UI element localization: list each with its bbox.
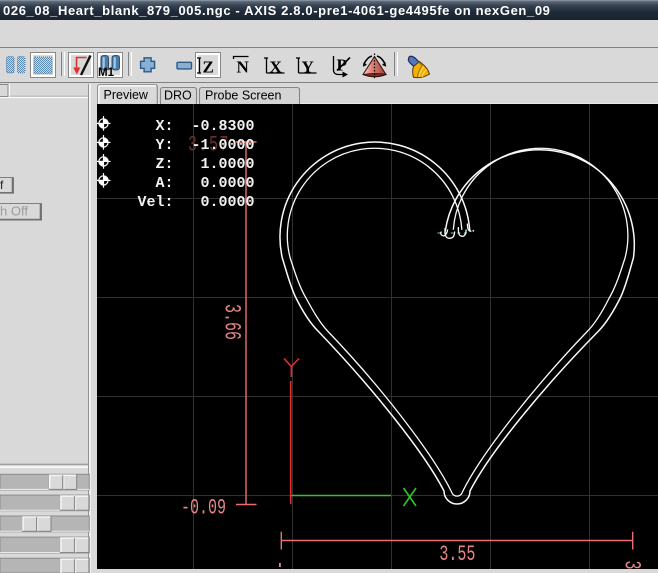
svg-text:h Off: h Off — [0, 204, 28, 219]
svg-text:-0.09: -0.09 — [266, 561, 292, 570]
svg-text:3.46: 3.46 — [618, 561, 644, 570]
svg-text:N: N — [237, 58, 250, 77]
svg-text:Y: -1.0000: Y: -1.0000 — [138, 137, 255, 154]
svg-text:X: -0.8300: X: -0.8300 — [138, 118, 255, 135]
svg-text:A: 0.0000: A: 0.0000 — [138, 175, 255, 192]
svg-text:Z: 1.0000: Z: 1.0000 — [138, 156, 255, 173]
svg-text:Preview: Preview — [104, 88, 149, 102]
svg-text:-0.09: -0.09 — [181, 495, 226, 521]
svg-text:Probe Screen: Probe Screen — [205, 89, 281, 103]
svg-text:DRO: DRO — [164, 89, 192, 103]
svg-text:Vel: 0.0000: Vel: 0.0000 — [138, 194, 255, 211]
svg-text:3.66: 3.66 — [218, 304, 244, 340]
svg-text:M1: M1 — [98, 67, 115, 79]
svg-text:3.55: 3.55 — [439, 541, 475, 567]
svg-text:Z: Z — [203, 58, 214, 77]
